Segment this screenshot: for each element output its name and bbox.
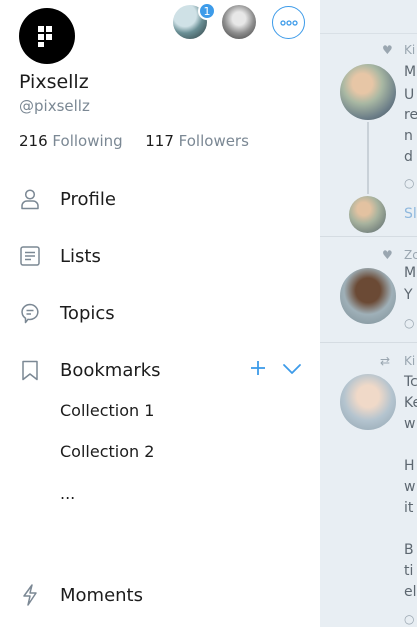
tweet1-line: U: [404, 87, 415, 103]
tweet1-line: d: [404, 149, 413, 165]
tweet3-line: w: [404, 416, 416, 432]
like-icon: ♥: [382, 43, 393, 57]
pixsellz-logo-icon: [38, 26, 52, 47]
bookmark-icon: [18, 358, 42, 382]
nav-item-profile[interactable]: Profile: [0, 182, 320, 216]
tweet2-line: Y: [404, 287, 413, 303]
bookmark-more[interactable]: ...: [60, 484, 75, 503]
topic-bubble-icon: [18, 301, 42, 325]
profile-avatar[interactable]: [19, 8, 75, 64]
tweet3-line: Ke: [404, 395, 417, 411]
bookmark-collection-1[interactable]: Collection 1: [60, 401, 154, 420]
reply-icon: ○: [404, 612, 415, 626]
reply-icon: ○: [404, 316, 415, 330]
tweet1-line: n: [404, 128, 413, 144]
thread-line: [367, 122, 369, 194]
profile-name: Pixsellz: [19, 71, 89, 93]
tweet3-line: el: [404, 584, 417, 600]
like-icon: ♥: [382, 248, 393, 262]
nav-label-profile: Profile: [60, 188, 116, 210]
expand-bookmarks-button[interactable]: [281, 360, 303, 378]
tweet1-line: re: [404, 107, 417, 123]
followers-count: 117: [145, 132, 174, 150]
follow-stats: 216 Following 117 Followers: [19, 132, 249, 150]
tweet3-avatar[interactable]: [340, 374, 396, 430]
add-collection-button[interactable]: [248, 358, 268, 378]
nav-item-lists[interactable]: Lists: [0, 239, 320, 273]
tweet3-line: B: [404, 542, 414, 558]
following-link[interactable]: 216 Following: [19, 132, 127, 150]
tweet3-line: Tc: [404, 374, 417, 390]
followers-label: Followers: [178, 132, 249, 150]
tweet3-line: it: [404, 500, 414, 516]
tweet2-avatar[interactable]: [340, 268, 396, 324]
nav-label-topics: Topics: [60, 302, 115, 324]
following-count: 216: [19, 132, 48, 150]
tweet3-meta: Ki: [404, 354, 416, 368]
divider: [320, 342, 417, 343]
more-options-button[interactable]: [272, 6, 305, 39]
following-label: Following: [52, 132, 123, 150]
followers-link[interactable]: 117 Followers: [140, 132, 249, 150]
profile-handle: @pixsellz: [19, 97, 90, 115]
nav-label-lists: Lists: [60, 245, 101, 267]
plus-icon: [251, 361, 265, 375]
navigation-drawer: 1 Pixsellz @pixsellz 216 Following 117 F…: [0, 0, 320, 627]
lightning-icon: [18, 583, 42, 607]
bookmark-collection-2[interactable]: Collection 2: [60, 442, 154, 461]
person-icon: [18, 187, 42, 211]
tweet1-line: M: [404, 64, 417, 80]
tweet3-line: w: [404, 479, 416, 495]
tweet3-line: H: [404, 458, 415, 474]
tweet1-meta: Ki: [404, 43, 416, 57]
tweet1-avatar[interactable]: [340, 64, 396, 120]
retweet-icon: ⇄: [380, 354, 391, 368]
timeline-background: ♥ Ki M U re n d ○ Sl ♥ Zc M Y ○ ⇄ Ki Tc …: [320, 0, 417, 627]
reply-icon: ○: [404, 176, 415, 190]
account-avatar[interactable]: [222, 5, 256, 39]
tweet3-line: ti: [404, 563, 414, 579]
nav-label-moments: Moments: [60, 584, 143, 606]
chevron-down-icon: [283, 364, 301, 374]
more-horizontal-icon: [279, 19, 298, 26]
thread-avatar[interactable]: [349, 196, 386, 233]
notification-badge: 1: [198, 2, 216, 20]
list-icon: [18, 244, 42, 268]
show-thread-link[interactable]: Sl: [404, 206, 417, 222]
tweet2-line: M: [404, 265, 417, 281]
nav-item-bookmarks[interactable]: Bookmarks: [0, 353, 320, 387]
nav-label-bookmarks: Bookmarks: [60, 359, 161, 381]
divider: [320, 236, 417, 237]
nav-item-moments[interactable]: Moments: [0, 578, 320, 612]
tweet2-meta: Zc: [404, 248, 417, 262]
nav-item-topics[interactable]: Topics: [0, 296, 320, 330]
timeline-header: [320, 0, 417, 34]
